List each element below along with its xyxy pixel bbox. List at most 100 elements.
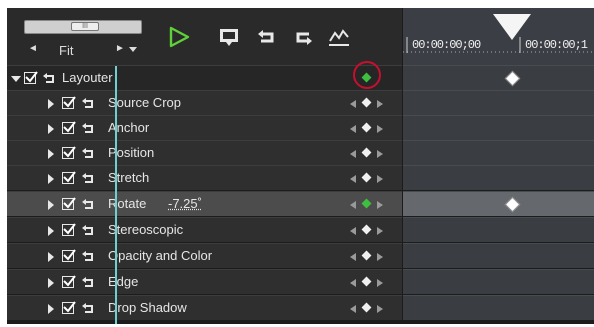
playhead-line[interactable] [115, 66, 117, 324]
keyframe-controls [350, 250, 390, 262]
add-keyframe-icon[interactable] [361, 198, 372, 209]
play-icon[interactable] [167, 25, 191, 49]
toolbar: III ◄ Fit ► [7, 8, 402, 65]
next-keyframe-icon[interactable] [377, 201, 383, 209]
prev-keyframe-icon[interactable] [350, 305, 356, 313]
expand-arrow-icon[interactable] [48, 200, 54, 210]
undo-arrow-icon [82, 173, 93, 183]
expand-arrow-icon[interactable] [48, 174, 54, 184]
zoom-control: III ◄ Fit ► [18, 17, 142, 59]
prev-keyframe-icon[interactable] [350, 100, 356, 108]
add-keyframe-icon[interactable] [361, 302, 372, 313]
add-keyframe-icon[interactable] [361, 147, 372, 158]
prev-keyframe-icon[interactable] [350, 279, 356, 287]
row-label: Stereoscopic [108, 222, 184, 237]
keyframe-marker[interactable] [504, 70, 521, 87]
keyframe-controls [350, 172, 390, 184]
zoom-out-arrow[interactable]: ◄ [28, 43, 38, 54]
row-position[interactable]: Position [7, 140, 594, 165]
keyframe-controls [350, 276, 390, 288]
zoom-dropdown-icon[interactable] [129, 47, 137, 52]
export-icon[interactable] [291, 25, 315, 49]
next-keyframe-icon[interactable] [377, 100, 383, 108]
undo-arrow-icon [82, 251, 93, 261]
add-keyframe-icon[interactable] [361, 276, 372, 287]
row-layouter[interactable]: Layouter [7, 65, 594, 90]
undo-arrow-icon [82, 303, 93, 313]
prev-keyframe-icon[interactable] [350, 175, 356, 183]
track[interactable] [403, 217, 594, 242]
zoom-in-arrow[interactable]: ► [115, 43, 125, 54]
row-rotate[interactable]: Rotate -7.25˚ [7, 191, 594, 216]
next-keyframe-icon[interactable] [377, 175, 383, 183]
zoom-scrollbar[interactable]: III [24, 20, 142, 34]
next-keyframe-icon[interactable] [377, 305, 383, 313]
playhead-handle[interactable] [493, 14, 531, 40]
collapse-arrow-icon[interactable] [11, 76, 21, 82]
expand-arrow-icon[interactable] [48, 304, 54, 314]
add-keyframe-icon[interactable] [361, 250, 372, 261]
prev-keyframe-icon[interactable] [350, 150, 356, 158]
next-keyframe-icon[interactable] [377, 279, 383, 287]
add-keyframe-icon[interactable] [361, 97, 372, 108]
undo-arrow-icon [82, 123, 93, 133]
undo-icon[interactable] [255, 25, 279, 49]
expand-arrow-icon[interactable] [48, 226, 54, 236]
expand-arrow-icon[interactable] [48, 149, 54, 159]
row-label: Rotate [108, 196, 147, 211]
track[interactable] [403, 90, 594, 115]
checkbox-icon[interactable] [62, 121, 76, 134]
keyframe-controls [350, 198, 390, 210]
checkbox-icon[interactable] [62, 197, 76, 210]
zoom-fit-label: Fit [59, 43, 74, 58]
zoom-scroll-thumb[interactable]: III [71, 22, 99, 31]
prev-keyframe-icon[interactable] [350, 253, 356, 261]
keyframe-marker[interactable] [504, 196, 521, 213]
checkbox-icon[interactable] [62, 146, 76, 159]
prev-keyframe-icon[interactable] [350, 227, 356, 235]
row-drop-shadow[interactable]: Drop Shadow [7, 295, 594, 320]
add-keyframe-icon[interactable] [361, 122, 372, 133]
add-keyframe-icon[interactable] [361, 224, 372, 235]
prev-keyframe-icon[interactable] [350, 201, 356, 209]
expand-arrow-icon[interactable] [48, 252, 54, 262]
checkbox-icon[interactable] [62, 275, 76, 288]
layouter-panel: III ◄ Fit ► 00:00:00;00 00:00:00;1 Layou… [7, 8, 594, 324]
track[interactable] [403, 65, 594, 90]
track[interactable] [403, 191, 594, 216]
timecode-next: 00:00:00;1 [525, 38, 588, 52]
highlight-circle [353, 61, 381, 89]
track[interactable] [403, 269, 594, 294]
checkbox-icon[interactable] [62, 249, 76, 262]
next-keyframe-icon[interactable] [377, 253, 383, 261]
row-anchor[interactable]: Anchor [7, 115, 594, 140]
graph-icon[interactable] [327, 25, 351, 49]
checkbox-icon[interactable] [62, 171, 76, 184]
add-keyframe-icon[interactable] [361, 172, 372, 183]
row-stereoscopic[interactable]: Stereoscopic [7, 217, 594, 242]
track[interactable] [403, 165, 594, 190]
checkbox-icon[interactable] [62, 96, 76, 109]
row-source-crop[interactable]: Source Crop [7, 90, 594, 115]
checkbox-icon[interactable] [62, 301, 76, 314]
row-stretch[interactable]: Stretch [7, 165, 594, 190]
next-keyframe-icon[interactable] [377, 125, 383, 133]
timeline-header[interactable]: 00:00:00;00 00:00:00;1 [403, 8, 594, 65]
next-keyframe-icon[interactable] [377, 150, 383, 158]
rotate-value-field[interactable]: -7.25˚ [168, 196, 202, 211]
expand-arrow-icon[interactable] [48, 278, 54, 288]
track[interactable] [403, 243, 594, 268]
next-keyframe-icon[interactable] [377, 227, 383, 235]
prev-keyframe-icon[interactable] [350, 125, 356, 133]
expand-arrow-icon[interactable] [48, 124, 54, 134]
checkbox-icon[interactable] [24, 71, 38, 84]
track[interactable] [403, 115, 594, 140]
undo-arrow-icon [82, 277, 93, 287]
track[interactable] [403, 295, 594, 320]
expand-arrow-icon[interactable] [48, 99, 54, 109]
preview-icon[interactable] [217, 25, 241, 49]
row-opacity-color[interactable]: Opacity and Color [7, 243, 594, 268]
track[interactable] [403, 140, 594, 165]
checkbox-icon[interactable] [62, 223, 76, 236]
row-edge[interactable]: Edge [7, 269, 594, 294]
